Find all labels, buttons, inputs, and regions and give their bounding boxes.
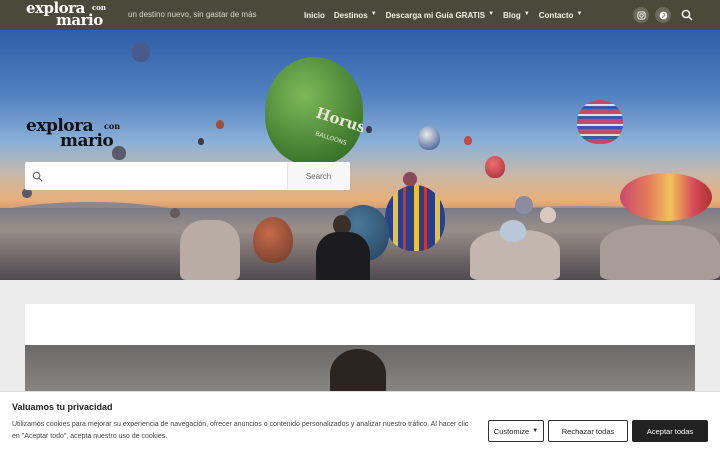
- nav-item-descarga-guia[interactable]: Descarga mi Guía GRATIS ▼: [386, 11, 494, 20]
- hot-air-balloon: [418, 126, 440, 150]
- nav-item-label: Destinos: [333, 10, 368, 20]
- hot-air-balloon: [385, 185, 445, 251]
- chevron-down-icon: ▼: [488, 11, 495, 17]
- svg-text:BALLOONS: BALLOONS: [314, 130, 347, 147]
- logo-word-mario: mario: [56, 11, 103, 29]
- nav-item-blog[interactable]: Blog ▼: [503, 11, 530, 20]
- hero-rock: [600, 225, 720, 280]
- chevron-down-icon: ▼: [576, 11, 583, 17]
- instagram-icon[interactable]: [633, 7, 649, 23]
- hot-air-balloon: [216, 120, 224, 129]
- cookie-title: Valuamos tu privacidad: [12, 402, 113, 412]
- nav-item-label: Contacto: [538, 10, 574, 20]
- logo-word-mario: mario: [60, 131, 114, 151]
- hero-logo: explora con mario: [26, 118, 126, 154]
- hot-air-balloon: [366, 126, 372, 133]
- traveler-photo: [316, 215, 370, 280]
- hot-air-balloon: [253, 217, 293, 263]
- nav-item-contacto[interactable]: Contacto ▼: [539, 11, 583, 20]
- nav-item-inicio[interactable]: Inicio: [304, 11, 325, 20]
- content-card: [25, 304, 695, 345]
- hero-rock: [180, 220, 240, 280]
- nav-item-label: Inicio: [304, 10, 325, 20]
- hot-air-balloon: [198, 138, 204, 145]
- hot-air-balloon: [403, 172, 417, 186]
- balloon-lettering: Horus BALLOONS: [314, 104, 368, 147]
- hot-air-balloon: [485, 156, 505, 178]
- hot-air-balloon: [540, 207, 556, 223]
- site-tagline: un destino nuevo, sin gastar de más: [128, 10, 257, 19]
- reject-all-button[interactable]: Rechazar todas: [548, 420, 628, 442]
- search-input[interactable]: [43, 163, 287, 189]
- main-nav: Inicio Destinos ▼ Descarga mi Guía GRATI…: [304, 0, 591, 30]
- search-icon: [32, 171, 43, 181]
- nav-item-destinos[interactable]: Destinos ▼: [334, 11, 377, 20]
- nav-item-label: Descarga mi Guía GRATIS: [385, 10, 486, 20]
- customize-button[interactable]: Customize ▼: [488, 420, 544, 442]
- pinterest-icon[interactable]: [655, 7, 671, 23]
- customize-label: Customize: [493, 426, 530, 436]
- hero-search-bar: Search: [25, 162, 350, 190]
- chevron-down-icon: ▼: [370, 11, 377, 17]
- search-icon[interactable]: [681, 9, 693, 21]
- search-button[interactable]: Search: [287, 163, 349, 189]
- featured-image[interactable]: [25, 345, 695, 395]
- site-header: explora con mario un destino nuevo, sin …: [0, 0, 720, 30]
- hot-air-balloon: [132, 42, 150, 62]
- logo-word-con: con: [104, 121, 121, 131]
- hot-air-balloon: [500, 220, 526, 242]
- site-logo[interactable]: explora con mario: [26, 1, 112, 29]
- hot-air-balloon: [577, 100, 623, 144]
- traveler-body: [316, 232, 370, 280]
- nav-item-label: Blog: [503, 10, 521, 20]
- hot-air-balloon: [170, 208, 180, 218]
- cookie-text: Utilizamos cookies para mejorar su exper…: [12, 421, 469, 440]
- hero-banner: Horus BALLOONS explora con mario Search: [0, 30, 720, 280]
- cookie-banner: Valuamos tu privacidad Utilizamos cookie…: [0, 391, 720, 450]
- chevron-down-icon: ▼: [523, 11, 530, 17]
- hot-air-balloon: [515, 196, 533, 214]
- accept-all-button[interactable]: Aceptar todas: [632, 420, 708, 442]
- person-silhouette: [330, 349, 386, 395]
- caret-down-icon: ▼: [532, 428, 539, 434]
- hot-air-balloon: [620, 173, 712, 221]
- hot-air-balloon: [464, 136, 472, 145]
- hot-air-balloon: Horus BALLOONS: [265, 57, 368, 165]
